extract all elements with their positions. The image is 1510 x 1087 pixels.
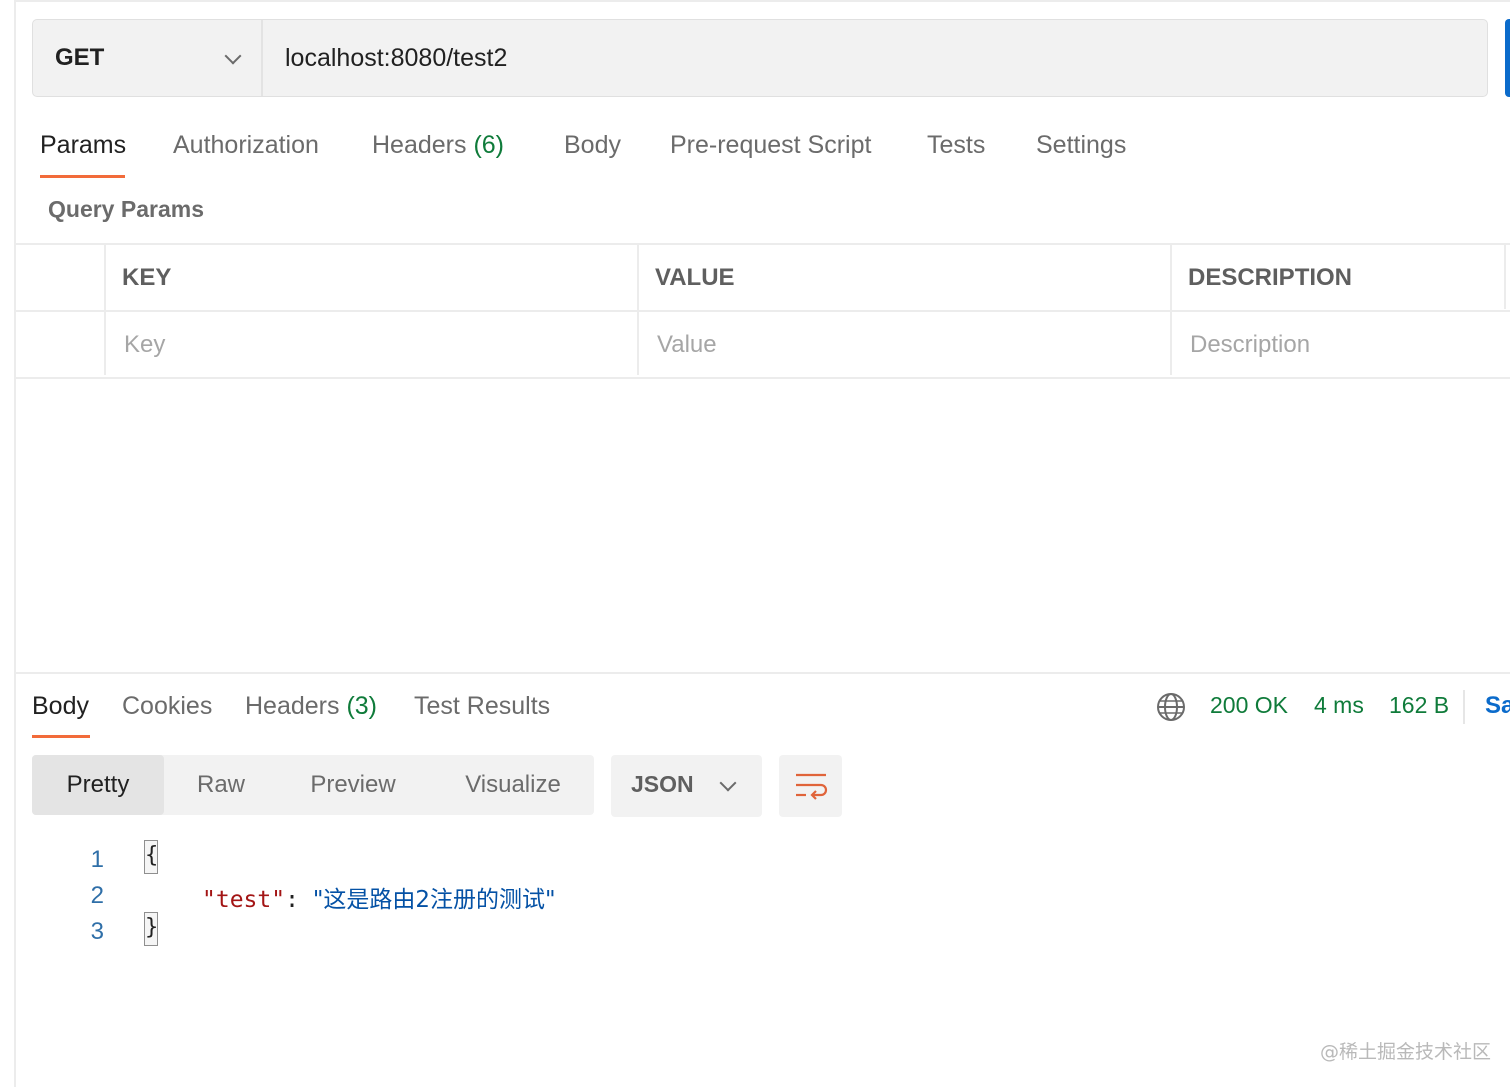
code-line: "test": "这是路由2注册的测试" (202, 880, 556, 914)
meta-separator (1463, 690, 1465, 724)
column-header-value: VALUE (655, 263, 735, 291)
tab-body[interactable]: Body (564, 131, 621, 160)
panel-left-border (14, 0, 16, 1087)
request-url-bar: GET localhost:8080/test2 (32, 19, 1488, 97)
response-pane-divider[interactable] (16, 672, 1510, 674)
chevron-down-icon (719, 774, 737, 792)
watermark: @稀土掘金技术社区 (1320, 1041, 1492, 1063)
response-tab-headers-label: Headers (245, 692, 340, 720)
tab-pre-request-script[interactable]: Pre-request Script (670, 131, 871, 160)
method-label: GET (55, 44, 105, 71)
tab-tests[interactable]: Tests (927, 131, 985, 160)
wrap-lines-button[interactable] (779, 755, 842, 817)
language-label: JSON (631, 771, 694, 797)
response-status[interactable]: 200 OK (1210, 692, 1288, 719)
format-segmented-control: Pretty Raw Preview Visualize (32, 755, 594, 815)
tab-headers-count: (6) (473, 131, 505, 159)
panel-top-border (14, 0, 1510, 2)
url-input[interactable]: localhost:8080/test2 (263, 20, 1487, 96)
save-response-button[interactable]: Sa (1485, 692, 1510, 720)
column-divider (1504, 243, 1506, 309)
query-params-table: KEY VALUE DESCRIPTION Key Value Descript… (16, 243, 1510, 379)
column-divider (637, 243, 639, 375)
language-select[interactable]: JSON (611, 755, 762, 817)
method-select[interactable]: GET (33, 20, 263, 96)
table-header-row: KEY VALUE DESCRIPTION (16, 243, 1510, 310)
chevron-down-icon (224, 47, 242, 65)
send-button[interactable] (1505, 19, 1510, 97)
response-tab-cookies[interactable]: Cookies (122, 692, 212, 721)
description-input[interactable]: Description (1190, 312, 1510, 377)
line-number: 2 (90, 882, 104, 909)
column-header-key: KEY (122, 263, 172, 291)
json-key: "test" (202, 887, 286, 913)
key-input[interactable]: Key (124, 312, 644, 377)
response-size[interactable]: 162 B (1389, 692, 1449, 719)
format-visualize[interactable]: Visualize (444, 755, 582, 815)
tab-headers-label: Headers (372, 131, 467, 159)
tab-headers[interactable]: Headers (6) (372, 131, 504, 160)
json-string-value: "这是路由2注册的测试" (312, 887, 556, 913)
format-raw[interactable]: Raw (166, 755, 276, 815)
format-preview[interactable]: Preview (288, 755, 418, 815)
json-colon: : (285, 887, 299, 913)
format-pretty[interactable]: Pretty (32, 755, 164, 815)
tab-settings[interactable]: Settings (1036, 131, 1126, 160)
response-tab-headers[interactable]: Headers (3) (245, 692, 377, 721)
response-tab-headers-count: (3) (346, 692, 378, 720)
tab-params[interactable]: Params (40, 131, 126, 160)
value-input[interactable]: Value (657, 312, 1177, 377)
tab-authorization[interactable]: Authorization (173, 131, 319, 160)
column-divider (104, 243, 106, 375)
column-divider (1170, 243, 1172, 375)
line-number: 1 (90, 846, 104, 873)
line-number: 3 (90, 918, 104, 945)
active-response-tab-indicator (32, 735, 90, 738)
open-brace: { (144, 840, 158, 874)
column-header-description: DESCRIPTION (1188, 263, 1353, 291)
response-tab-test-results[interactable]: Test Results (414, 692, 550, 721)
wrap-lines-icon (796, 773, 828, 800)
globe-icon[interactable] (1155, 691, 1187, 723)
table-row: Key Value Description (16, 310, 1510, 379)
response-time[interactable]: 4 ms (1314, 692, 1364, 719)
query-params-title: Query Params (48, 196, 204, 222)
close-brace: } (144, 912, 158, 946)
active-tab-indicator (40, 175, 125, 178)
response-tab-body[interactable]: Body (32, 692, 89, 721)
